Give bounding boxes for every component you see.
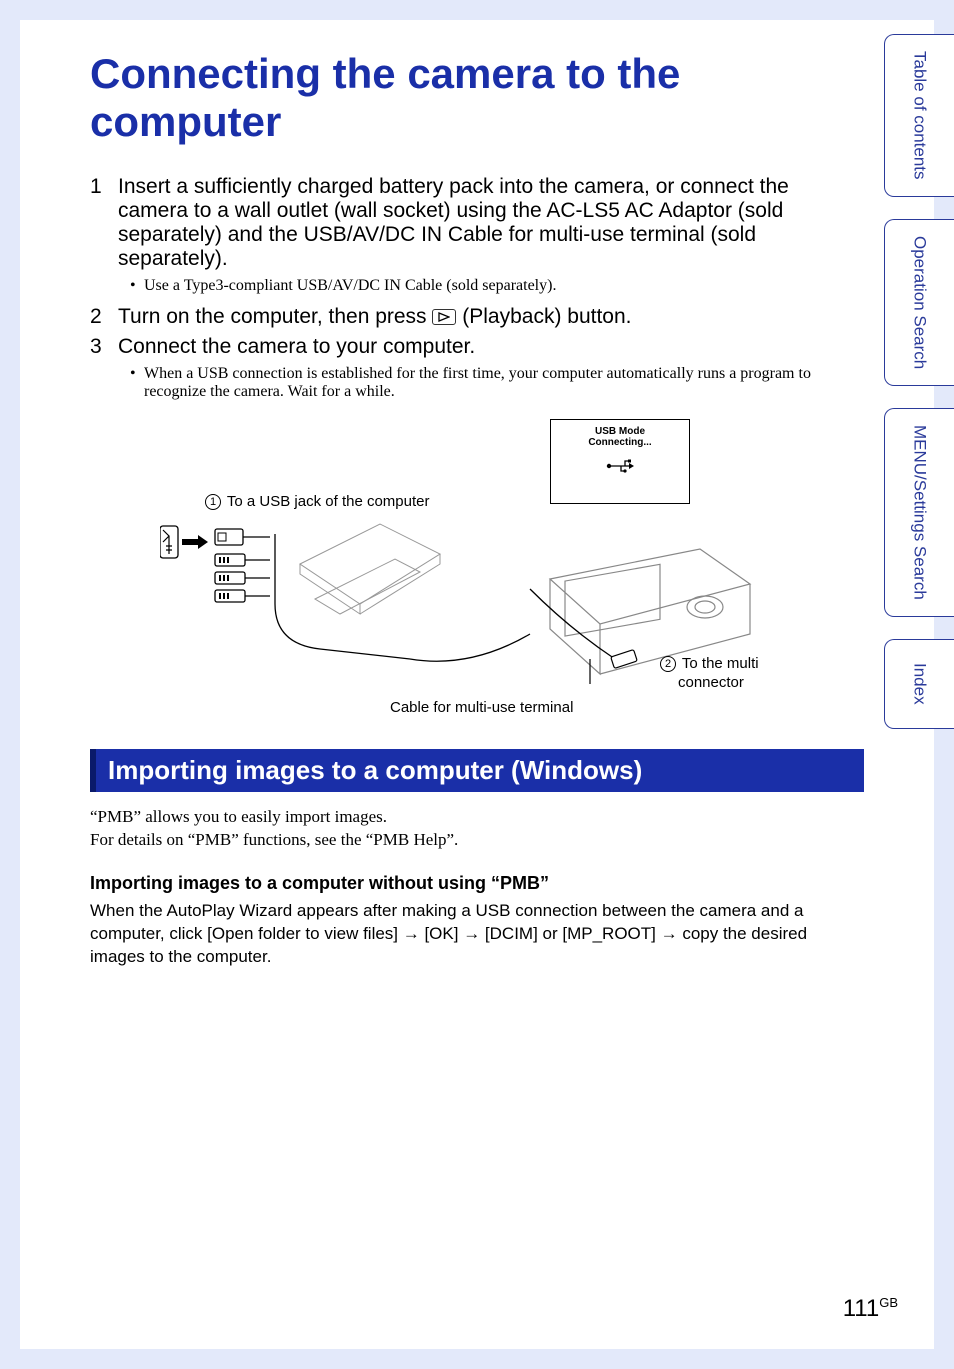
- side-tabs: Table of contents Operation Search MENU/…: [884, 34, 954, 729]
- step-3-bullet: • When a USB connection is established f…: [130, 365, 864, 401]
- body-pmb-1: “PMB” allows you to easily import images…: [90, 806, 864, 829]
- camera-screen: USB Mode Connecting...: [550, 419, 690, 504]
- tab-index[interactable]: Index: [884, 639, 954, 729]
- step2-pre: Turn on the computer, then press: [118, 305, 432, 328]
- screen-line1: USB Mode: [551, 426, 689, 437]
- laptop-illustration: [160, 514, 540, 704]
- playback-icon: [432, 309, 456, 325]
- usb-icon: [551, 456, 689, 481]
- tab-menu-settings-search[interactable]: MENU/Settings Search: [884, 408, 954, 617]
- step-3: 3 Connect the camera to your computer.: [90, 335, 864, 359]
- circled-2: 2: [660, 656, 676, 672]
- sub-heading: Importing images to a computer without u…: [90, 873, 864, 894]
- tab-operation-search[interactable]: Operation Search: [884, 219, 954, 386]
- bullet-dot: •: [130, 277, 144, 295]
- bullet-text: Use a Type3-compliant USB/AV/DC IN Cable…: [144, 277, 556, 295]
- connection-diagram: USB Mode Connecting... 1 To a USB jack o…: [90, 419, 864, 719]
- callout-usb-jack: 1 To a USB jack of the computer: [205, 493, 430, 510]
- step-2: 2 Turn on the computer, then press (Play…: [90, 305, 864, 329]
- callout2-l1: To the multi: [678, 655, 759, 672]
- step-number: 1: [90, 175, 118, 271]
- screen-line2: Connecting...: [551, 437, 689, 448]
- bullet-dot: •: [130, 365, 144, 401]
- step-1-bullet: • Use a Type3-compliant USB/AV/DC IN Cab…: [130, 277, 864, 295]
- step-number: 3: [90, 335, 118, 359]
- section-heading: Importing images to a computer (Windows): [90, 749, 864, 792]
- step-text: Turn on the computer, then press (Playba…: [118, 305, 864, 329]
- page-title: Connecting the camera to the computer: [90, 50, 864, 147]
- manual-page: Connecting the camera to the computer 1 …: [20, 20, 934, 1349]
- callout-multi-connector: 2 To the multi connector: [660, 654, 759, 693]
- step-text: Insert a sufficiently charged battery pa…: [118, 175, 864, 271]
- body-pmb-2: For details on “PMB” functions, see the …: [90, 829, 864, 852]
- page-num-value: 111: [843, 1295, 879, 1322]
- step2-post: (Playback) button.: [462, 305, 631, 328]
- step-1: 1 Insert a sufficiently charged battery …: [90, 175, 864, 271]
- circled-1: 1: [205, 494, 221, 510]
- cable-label: Cable for multi-use terminal: [390, 699, 573, 716]
- page-suffix: GB: [879, 1295, 898, 1310]
- step-text: Connect the camera to your computer.: [118, 335, 864, 359]
- bullet-text: When a USB connection is established for…: [144, 365, 864, 401]
- callout2-l2: connector: [678, 674, 744, 691]
- callout1-text: To a USB jack of the computer: [223, 493, 430, 510]
- tab-table-of-contents[interactable]: Table of contents: [884, 34, 954, 197]
- step-number: 2: [90, 305, 118, 329]
- page-number: 111GB: [843, 1295, 898, 1323]
- body-without-pmb: When the AutoPlay Wizard appears after m…: [90, 900, 864, 969]
